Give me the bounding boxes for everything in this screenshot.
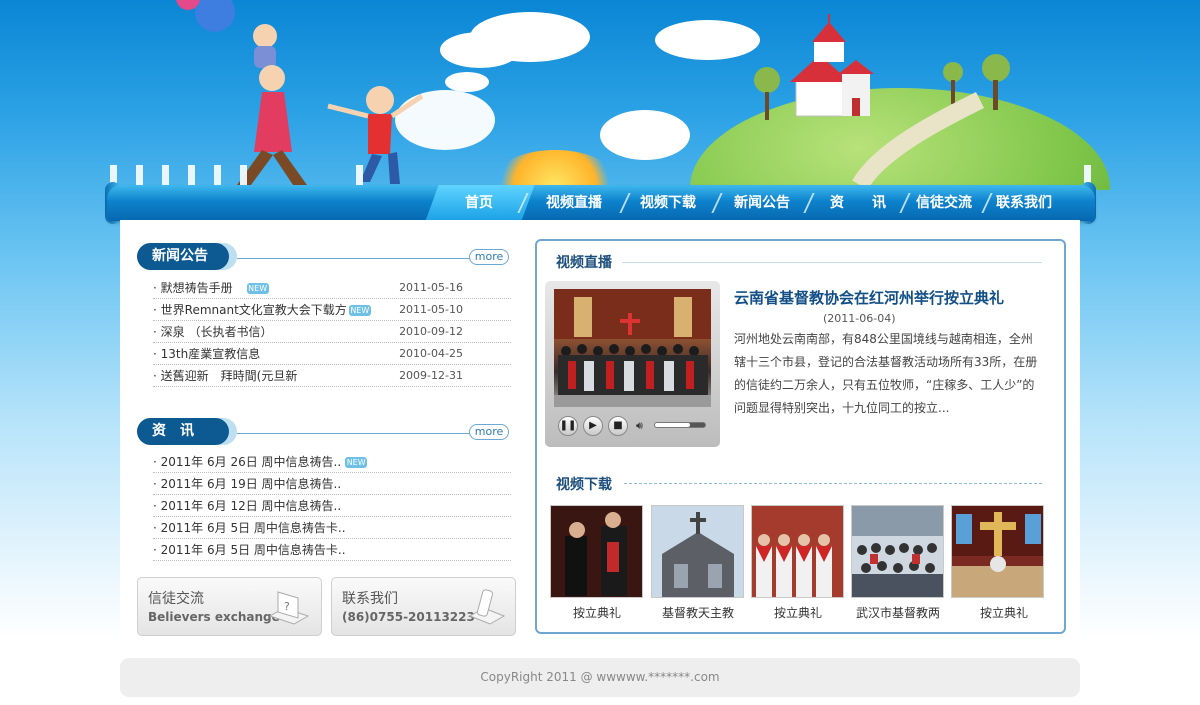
info-title-line bbox=[237, 433, 471, 434]
believers-exchange-box[interactable]: 信徒交流 Believers exchange ? bbox=[137, 577, 322, 636]
live-date: (2011-06-04) bbox=[823, 312, 896, 325]
congregation-photo bbox=[554, 289, 711, 407]
list-item[interactable]: · 2011年 6月 26日 周中信息祷告.. NEW bbox=[153, 451, 511, 473]
list-item[interactable]: · 2011年 6月 5日 周中信息祷告卡.. bbox=[153, 517, 511, 539]
list-item[interactable]: · 默想祷告手册 NEW 2011-05-16 bbox=[153, 277, 511, 299]
computer-icon: ? bbox=[268, 591, 310, 625]
news-item-title[interactable]: 深泉 （长执者书信） bbox=[161, 325, 273, 339]
news-item-title[interactable]: 世界Remnant文化宣教大会下载方 bbox=[161, 303, 347, 317]
nav-item-live-video[interactable]: 视频直播 bbox=[536, 186, 612, 220]
box-title: 信徒交流 bbox=[148, 591, 204, 607]
video-caption[interactable]: 按立典礼 bbox=[748, 604, 848, 621]
banner-illustration bbox=[110, 0, 1091, 190]
news-item-title[interactable]: 送舊迎新 拜時間(元旦新 bbox=[161, 369, 298, 383]
nav-item-home[interactable]: 首页 bbox=[448, 186, 510, 220]
pause-button[interactable]: ❚❚ bbox=[558, 416, 578, 436]
nav-item-video-download[interactable]: 视频下载 bbox=[630, 186, 706, 220]
download-section-title: 视频下载 bbox=[556, 477, 612, 493]
list-item[interactable]: · 深泉 （长执者书信） 2010-09-12 bbox=[153, 321, 511, 343]
info-more-button[interactable]: more bbox=[469, 424, 509, 440]
list-item[interactable]: · 13th産業宣教信息 2010-04-25 bbox=[153, 343, 511, 365]
nav-item-believers[interactable]: 信徒交流 bbox=[906, 186, 982, 220]
info-list: · 2011年 6月 26日 周中信息祷告.. NEW · 2011年 6月 19… bbox=[153, 451, 511, 561]
info-item-title[interactable]: 2011年 6月 19日 周中信息祷告.. bbox=[161, 477, 342, 491]
video-caption[interactable]: 按立典礼 bbox=[547, 604, 647, 621]
header-banner bbox=[0, 0, 1200, 190]
video-thumbnail[interactable] bbox=[951, 505, 1044, 598]
video-thumbnail[interactable] bbox=[651, 505, 744, 598]
box-title: 联系我们 bbox=[342, 591, 398, 607]
info-item-title[interactable]: 2011年 6月 12日 周中信息祷告.. bbox=[161, 499, 342, 513]
info-item-title[interactable]: 2011年 6月 5日 周中信息祷告卡.. bbox=[161, 521, 346, 535]
news-item-title[interactable]: 默想祷告手册 bbox=[161, 281, 233, 295]
info-item-title[interactable]: 2011年 6月 5日 周中信息祷告卡.. bbox=[161, 543, 346, 557]
live-summary: 河州地处云南南部，有848公里国境线与越南相连，全州辖十三个市县，登记的合法基督… bbox=[734, 332, 1038, 415]
volume-icon[interactable]: 🔊︎ bbox=[636, 419, 643, 433]
new-badge: NEW bbox=[345, 457, 368, 468]
box-subtitle: (86)0755-20113223 bbox=[342, 610, 475, 624]
phone-icon bbox=[468, 589, 506, 625]
info-section-title: 资 讯 bbox=[137, 418, 229, 445]
list-item[interactable]: · 送舊迎新 拜時間(元旦新 2009-12-31 bbox=[153, 365, 511, 387]
video-screen[interactable] bbox=[554, 289, 711, 407]
box-subtitle: Believers exchange bbox=[148, 610, 280, 624]
nav-item-info[interactable]: 资 讯 bbox=[820, 186, 896, 220]
video-thumbnail[interactable] bbox=[851, 505, 944, 598]
info-item-title[interactable]: 2011年 6月 26日 周中信息祷告.. bbox=[161, 455, 342, 469]
list-item[interactable]: · 世界Remnant文化宣教大会下载方 NEW 2011-05-10 bbox=[153, 299, 511, 321]
news-item-title[interactable]: 13th産業宣教信息 bbox=[161, 347, 261, 361]
list-item[interactable]: · 2011年 6月 5日 周中信息祷告卡.. bbox=[153, 539, 511, 561]
news-item-date: 2011-05-10 bbox=[399, 303, 463, 316]
footer: CopyRight 2011 @ wwwww.*******.com bbox=[120, 658, 1080, 697]
list-item[interactable]: · 2011年 6月 19日 周中信息祷告.. bbox=[153, 473, 511, 495]
video-caption[interactable]: 基督教天主教 bbox=[648, 604, 748, 621]
news-item-date: 2010-04-25 bbox=[399, 347, 463, 360]
children-illustration bbox=[237, 24, 424, 185]
play-button[interactable]: ▶ bbox=[583, 416, 603, 436]
new-badge: NEW bbox=[246, 283, 269, 294]
news-item-date: 2009-12-31 bbox=[399, 369, 463, 382]
list-item[interactable]: · 2011年 6月 12日 周中信息祷告.. bbox=[153, 495, 511, 517]
download-title-line bbox=[624, 483, 1042, 484]
nav-item-contact[interactable]: 联系我们 bbox=[986, 186, 1062, 220]
contact-us-box[interactable]: 联系我们 (86)0755-20113223 bbox=[331, 577, 516, 636]
volume-level bbox=[655, 423, 690, 427]
news-more-button[interactable]: more bbox=[469, 249, 509, 265]
video-thumbnail[interactable] bbox=[751, 505, 844, 598]
nav-item-news[interactable]: 新闻公告 bbox=[724, 186, 800, 220]
live-headline[interactable]: 云南省基督教协会在红河州举行按立典礼 bbox=[734, 287, 1004, 308]
svg-text:?: ? bbox=[284, 600, 290, 613]
new-badge: NEW bbox=[348, 305, 371, 316]
video-caption[interactable]: 按立典礼 bbox=[954, 604, 1054, 621]
live-title-line bbox=[622, 262, 1042, 263]
news-list: · 默想祷告手册 NEW 2011-05-16 · 世界Remnant文化宣教大会… bbox=[153, 277, 511, 387]
news-item-date: 2011-05-16 bbox=[399, 281, 463, 294]
stop-button[interactable]: ■ bbox=[608, 416, 628, 436]
video-caption[interactable]: 武汉市基督教两 bbox=[848, 604, 948, 621]
live-section-title: 视频直播 bbox=[556, 255, 612, 271]
news-section-title: 新闻公告 bbox=[137, 243, 229, 270]
news-title-line bbox=[237, 258, 471, 259]
volume-slider[interactable] bbox=[654, 422, 706, 428]
video-thumbnail[interactable] bbox=[550, 505, 643, 598]
news-item-date: 2010-09-12 bbox=[399, 325, 463, 338]
church-illustration bbox=[790, 14, 874, 117]
